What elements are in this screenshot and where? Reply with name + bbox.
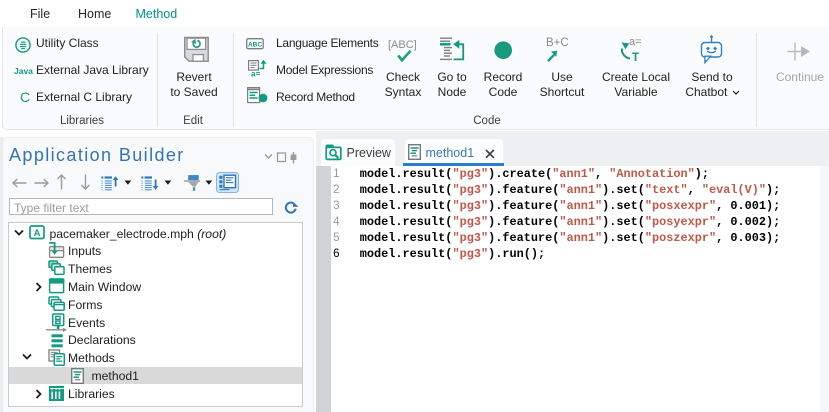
svg-text:ABC: ABC	[248, 42, 262, 49]
svg-text:a=: a=	[251, 70, 260, 79]
svg-text:A: A	[34, 228, 41, 239]
